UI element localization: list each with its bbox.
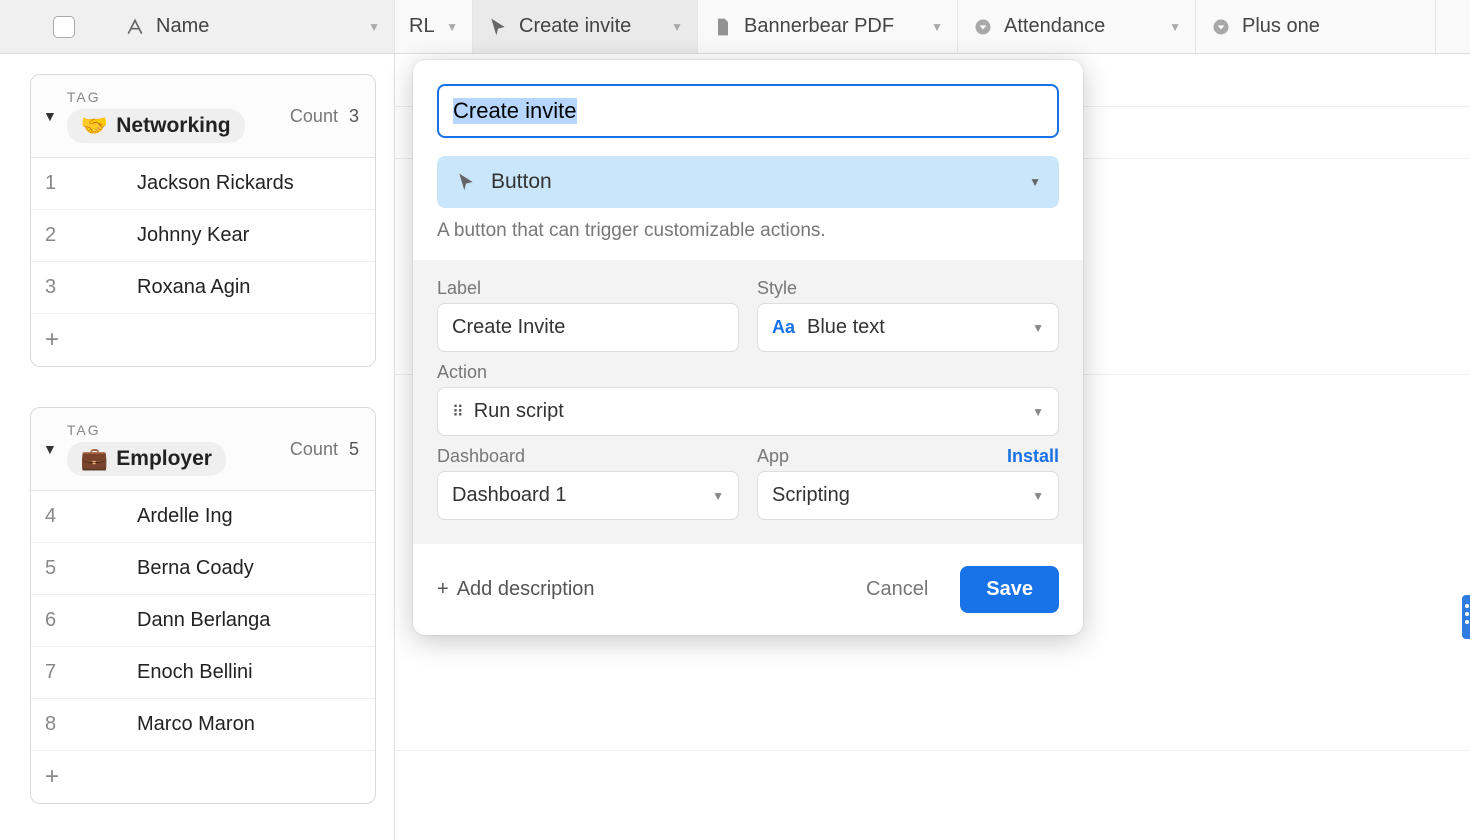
- column-create-invite-label: Create invite: [519, 15, 631, 38]
- records-column: ▼ TAG 🤝 Networking Count 3 1 Jackson Ric…: [0, 54, 395, 840]
- group-pill: 💼 Employer: [67, 442, 226, 476]
- group-count: Count 3: [290, 106, 359, 127]
- chevron-down-icon: ▼: [1169, 20, 1181, 34]
- briefcase-emoji-icon: 💼: [81, 446, 108, 472]
- row-number: 4: [45, 505, 71, 528]
- group-header[interactable]: ▼ TAG 💼 Employer Count 5: [31, 408, 375, 491]
- style-section-title: Style: [757, 278, 1059, 299]
- row-name: Enoch Bellini: [97, 661, 359, 684]
- field-type-label: Button: [491, 170, 552, 194]
- plus-icon: +: [45, 763, 59, 791]
- group-card-networking: ▼ TAG 🤝 Networking Count 3 1 Jackson Ric…: [30, 74, 376, 367]
- edge-drag-dots-icon: [1465, 604, 1469, 624]
- chevron-down-icon: ▼: [712, 489, 724, 503]
- column-header-row: Name ▼ RL ▼ Create invite ▼ Bannerbear P…: [0, 0, 1470, 54]
- group-count: Count 5: [290, 439, 359, 460]
- cursor-icon: [487, 16, 509, 38]
- column-plus-one-label: Plus one: [1242, 15, 1320, 38]
- row-number: 7: [45, 661, 71, 684]
- chevron-down-icon: ▼: [1029, 175, 1041, 189]
- row-number: 1: [45, 172, 71, 195]
- cancel-button[interactable]: Cancel: [848, 568, 946, 611]
- row-name: Jackson Rickards: [97, 172, 359, 195]
- plus-icon: +: [437, 578, 449, 601]
- group-title: Networking: [116, 114, 230, 138]
- action-section-title: Action: [437, 362, 1059, 383]
- group-title: Employer: [116, 447, 212, 471]
- file-icon: [712, 16, 734, 38]
- table-row[interactable]: 3 Roxana Agin: [31, 262, 375, 314]
- chevron-down-icon: ▼: [671, 20, 683, 34]
- column-header-plus-one[interactable]: Plus one: [1196, 0, 1436, 53]
- text-style-icon: Aa: [772, 317, 795, 338]
- plus-icon: +: [45, 326, 59, 354]
- column-rl-label: RL: [409, 15, 435, 38]
- column-header-create-invite[interactable]: Create invite ▼: [473, 0, 698, 53]
- text-field-icon: [124, 16, 146, 38]
- row-name: Berna Coady: [97, 557, 359, 580]
- handshake-emoji-icon: 🤝: [81, 113, 108, 139]
- group-card-employer: ▼ TAG 💼 Employer Count 5 4 Ardelle Ing: [30, 407, 376, 804]
- single-select-icon: [972, 16, 994, 38]
- action-select[interactable]: ⠿ Run script ▼: [437, 387, 1059, 436]
- select-all-checkbox-cell[interactable]: [14, 16, 114, 38]
- table-row[interactable]: 5 Berna Coady: [31, 543, 375, 595]
- row-number: 5: [45, 557, 71, 580]
- chevron-down-icon: ▼: [1032, 489, 1044, 503]
- install-link[interactable]: Install: [1007, 446, 1059, 467]
- row-number: 6: [45, 609, 71, 632]
- chevron-down-icon: ▼: [368, 20, 380, 34]
- dashboard-select[interactable]: Dashboard 1 ▼: [437, 471, 739, 520]
- row-number: 8: [45, 713, 71, 736]
- chevron-down-icon: ▼: [1032, 405, 1044, 419]
- table-row[interactable]: 8 Marco Maron: [31, 699, 375, 751]
- add-row[interactable]: +: [31, 314, 375, 366]
- row-name: Dann Berlanga: [97, 609, 359, 632]
- chevron-down-icon: ▼: [931, 20, 943, 34]
- column-bannerbear-label: Bannerbear PDF: [744, 15, 894, 38]
- row-number: 2: [45, 224, 71, 247]
- table-row[interactable]: 7 Enoch Bellini: [31, 647, 375, 699]
- row-name: Johnny Kear: [97, 224, 359, 247]
- column-header-name[interactable]: Name ▼: [0, 0, 395, 53]
- table-row[interactable]: 1 Jackson Rickards: [31, 158, 375, 210]
- collapse-toggle-icon[interactable]: ▼: [43, 108, 57, 124]
- row-name: Roxana Agin: [97, 276, 359, 299]
- row-name: Ardelle Ing: [97, 505, 359, 528]
- table-row[interactable]: 4 Ardelle Ing: [31, 491, 375, 543]
- button-style-select[interactable]: Aa Blue text ▼: [757, 303, 1059, 352]
- single-select-icon: [1210, 16, 1232, 38]
- table-row[interactable]: 6 Dann Berlanga: [31, 595, 375, 647]
- column-header-attendance[interactable]: Attendance ▼: [958, 0, 1196, 53]
- script-icon: ⠿: [452, 402, 462, 422]
- field-type-select[interactable]: Button ▼: [437, 156, 1059, 208]
- field-config-popup: Button ▼ A button that can trigger custo…: [413, 60, 1083, 635]
- select-all-checkbox[interactable]: [53, 16, 75, 38]
- column-header-bannerbear[interactable]: Bannerbear PDF ▼: [698, 0, 958, 53]
- table-row[interactable]: 2 Johnny Kear: [31, 210, 375, 262]
- field-name-input[interactable]: [437, 84, 1059, 138]
- app-section-title: App: [757, 446, 789, 467]
- column-header-rl[interactable]: RL ▼: [395, 0, 473, 53]
- column-attendance-label: Attendance: [1004, 15, 1105, 38]
- add-description-button[interactable]: + Add description: [437, 578, 595, 601]
- chevron-down-icon: ▼: [446, 20, 458, 34]
- field-type-description: A button that can trigger customizable a…: [437, 220, 1059, 242]
- tag-label: TAG: [67, 422, 226, 438]
- chevron-down-icon: ▼: [1032, 321, 1044, 335]
- app-select[interactable]: Scripting ▼: [757, 471, 1059, 520]
- row-number: 3: [45, 276, 71, 299]
- cursor-icon: [455, 171, 477, 193]
- row-name: Marco Maron: [97, 713, 359, 736]
- dashboard-section-title: Dashboard: [437, 446, 739, 467]
- group-header[interactable]: ▼ TAG 🤝 Networking Count 3: [31, 75, 375, 158]
- label-section-title: Label: [437, 278, 739, 299]
- collapse-toggle-icon[interactable]: ▼: [43, 441, 57, 457]
- column-name-label: Name: [156, 15, 209, 38]
- tag-label: TAG: [67, 89, 245, 105]
- add-row[interactable]: +: [31, 751, 375, 803]
- save-button[interactable]: Save: [960, 566, 1059, 613]
- group-pill: 🤝 Networking: [67, 109, 245, 143]
- button-label-input[interactable]: Create Invite: [437, 303, 739, 352]
